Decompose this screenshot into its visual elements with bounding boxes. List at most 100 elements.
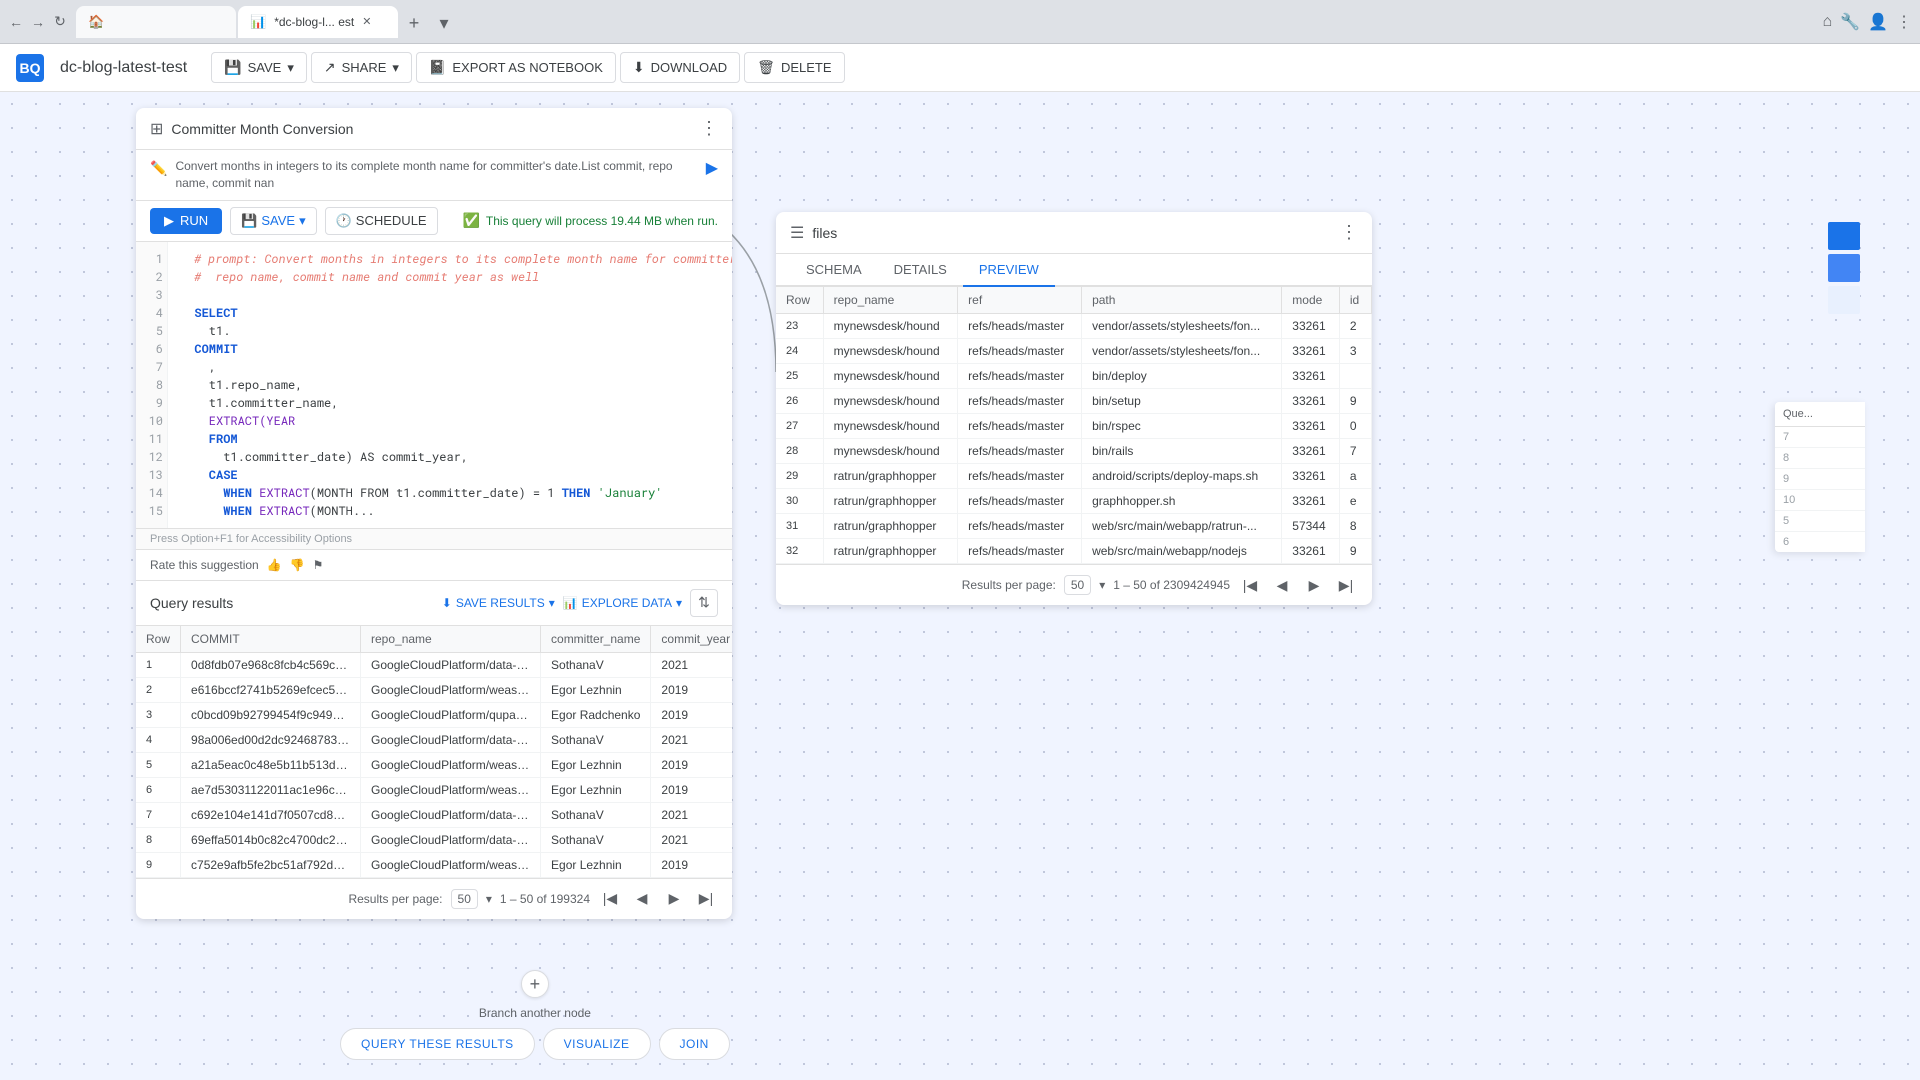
table-row: 9 c752e9afb5fe2bc51af792d23f... GoogleCl… (136, 852, 732, 877)
save-results-button[interactable]: ⬇ SAVE RESULTS ▾ (442, 596, 555, 610)
share-button[interactable]: ↗ SHARE ▾ (311, 52, 412, 83)
tab-close-button[interactable]: ✕ (362, 15, 371, 28)
cell-commit-year: 2019 (651, 852, 732, 877)
files-cell-ref: refs/heads/master (958, 314, 1082, 339)
cell-committer-name: Egor Radchenko (541, 702, 651, 727)
code-editor[interactable]: 12345 678910 1112131415 # prompt: Conver… (136, 242, 732, 529)
process-info: ✅ This query will process 19.44 MB when … (462, 212, 718, 229)
cell-committer-name: SothanaV (541, 802, 651, 827)
browser-controls: ← → ↻ (8, 14, 68, 30)
query-save-dropdown[interactable]: ▾ (299, 213, 306, 229)
table-row: 8 69effa5014b0c82c4700dc283... GoogleClo… (136, 827, 732, 852)
side-strip-btn-2[interactable] (1828, 254, 1860, 282)
tab-bar: 🏠 📊 *dc-blog-l... est ✕ + ▾ (76, 6, 458, 38)
files-cell-path: web/src/main/webapp/ratrun-... (1082, 514, 1282, 539)
query-results-button[interactable]: QUERY THESE RESULTS (340, 1028, 535, 1060)
files-cell-ref: refs/heads/master (958, 489, 1082, 514)
app-logo-icon: BQ (16, 54, 44, 82)
thumbs-down-icon[interactable]: 👎 (290, 558, 305, 572)
files-first-page-button[interactable]: |◀ (1238, 573, 1262, 597)
browser-profile-icon[interactable]: 👤 (1868, 12, 1888, 32)
explore-dropdown[interactable]: ▾ (676, 596, 682, 610)
reload-button[interactable]: ↻ (52, 14, 68, 30)
download-button[interactable]: ⬇ DOWNLOAD (620, 52, 740, 83)
cell-commit: c692e104e141d7f0507cd8ead... (181, 802, 361, 827)
save-results-dropdown[interactable]: ▾ (549, 596, 555, 610)
tab-menu-button[interactable]: ▾ (430, 10, 458, 38)
new-tab-button[interactable]: + (400, 10, 428, 38)
files-dropdown-icon[interactable]: ▾ (1099, 578, 1105, 592)
cell-committer-name: SothanaV (541, 652, 651, 677)
share-icon: ↗ (324, 59, 336, 76)
files-cell-path: bin/setup (1082, 389, 1282, 414)
tab-preview[interactable]: PREVIEW (963, 254, 1055, 287)
next-page-button[interactable]: ▶ (662, 887, 686, 911)
sort-button[interactable]: ⇅ (690, 589, 718, 617)
prompt-run-icon[interactable]: ▶ (706, 158, 718, 178)
partial-row-9: 9 (1775, 469, 1865, 490)
side-color-strip (1828, 222, 1860, 314)
save-button[interactable]: 💾 SAVE ▾ (211, 52, 307, 83)
files-prev-page-button[interactable]: ◀ (1270, 573, 1294, 597)
cell-row-num: 4 (136, 727, 181, 752)
visualize-button[interactable]: VISUALIZE (543, 1028, 651, 1060)
cell-commit: c752e9afb5fe2bc51af792d23f... (181, 852, 361, 877)
table-row: 4 98a006ed00d2dc9246878398... GoogleClou… (136, 727, 732, 752)
export-notebook-button[interactable]: 📓 EXPORT AS NOTEBOOK (416, 52, 616, 83)
delete-button[interactable]: 🗑 DELETE (744, 52, 844, 83)
prev-page-button[interactable]: ◀ (630, 887, 654, 911)
cell-commit: ae7d53031122011ac1e96cd87... (181, 777, 361, 802)
query-panel-menu-button[interactable]: ⋮ (700, 118, 718, 139)
tab-details[interactable]: DETAILS (878, 254, 963, 287)
files-pagination: Results per page: 50 ▾ 1 – 50 of 2309424… (776, 564, 1372, 605)
results-dropdown-icon[interactable]: ▾ (486, 892, 492, 906)
flag-icon[interactable]: ⚑ (313, 558, 324, 572)
editor-footer: Press Option+F1 for Accessibility Option… (136, 529, 732, 550)
cell-row-num: 2 (136, 677, 181, 702)
last-page-button[interactable]: ▶| (694, 887, 718, 911)
cell-row-num: 5 (136, 752, 181, 777)
explore-label: EXPLORE DATA (582, 596, 672, 610)
results-per-page-select[interactable]: 50 (451, 889, 478, 909)
files-col-header-path: path (1082, 287, 1282, 314)
files-cell-row-num: 31 (776, 514, 823, 539)
explore-data-button[interactable]: 📊 EXPLORE DATA ▾ (563, 596, 682, 610)
side-strip-btn-3[interactable] (1828, 286, 1860, 314)
prompt-edit-icon: ✏️ (150, 160, 167, 177)
cell-committer-name: SothanaV (541, 827, 651, 852)
files-last-page-button[interactable]: ▶| (1334, 573, 1358, 597)
files-panel-header: ☰ files ⋮ (776, 212, 1372, 254)
query-save-button[interactable]: 💾 SAVE ▾ (230, 207, 316, 235)
browser-home-icon[interactable]: ⌂ (1822, 13, 1832, 31)
browser-more-icon[interactable]: ⋮ (1896, 12, 1912, 32)
files-cell-row-num: 24 (776, 339, 823, 364)
share-label: SHARE (342, 60, 387, 75)
thumbs-up-icon[interactable]: 👍 (267, 558, 282, 572)
tab-schema[interactable]: SCHEMA (790, 254, 878, 287)
cell-row-num: 3 (136, 702, 181, 727)
code-line-10: EXTRACT(YEAR (180, 412, 720, 430)
files-panel-menu-button[interactable]: ⋮ (1340, 222, 1358, 243)
files-per-page-select[interactable]: 50 (1064, 575, 1091, 595)
query-save-icon: 💾 (241, 213, 257, 229)
forward-button[interactable]: → (30, 14, 46, 30)
run-button[interactable]: ▶ RUN (150, 208, 222, 234)
schedule-button[interactable]: 🕐 SCHEDULE (325, 207, 438, 235)
add-node-button[interactable]: + (521, 970, 549, 998)
tab-home[interactable]: 🏠 (76, 6, 236, 38)
query-panel-header: ⊞ Committer Month Conversion ⋮ (136, 108, 732, 150)
back-button[interactable]: ← (8, 14, 24, 30)
table-row: 2 e616bccf2741b5269efcec5ac9... GoogleCl… (136, 677, 732, 702)
share-dropdown-icon[interactable]: ▾ (392, 60, 399, 76)
first-page-button[interactable]: |◀ (598, 887, 622, 911)
files-next-page-button[interactable]: ▶ (1302, 573, 1326, 597)
side-strip-btn-1[interactable] (1828, 222, 1860, 250)
files-table-row: 29 ratrun/graphhopper refs/heads/master … (776, 464, 1372, 489)
files-cell-path: android/scripts/deploy-maps.sh (1082, 464, 1282, 489)
files-cell-row-num: 25 (776, 364, 823, 389)
files-cell-repo: mynewsdesk/hound (823, 314, 958, 339)
join-button[interactable]: JOIN (659, 1028, 730, 1060)
browser-extension-icon[interactable]: 🔧 (1840, 12, 1860, 32)
tab-query[interactable]: 📊 *dc-blog-l... est ✕ (238, 6, 398, 38)
save-dropdown-icon[interactable]: ▾ (287, 60, 294, 76)
